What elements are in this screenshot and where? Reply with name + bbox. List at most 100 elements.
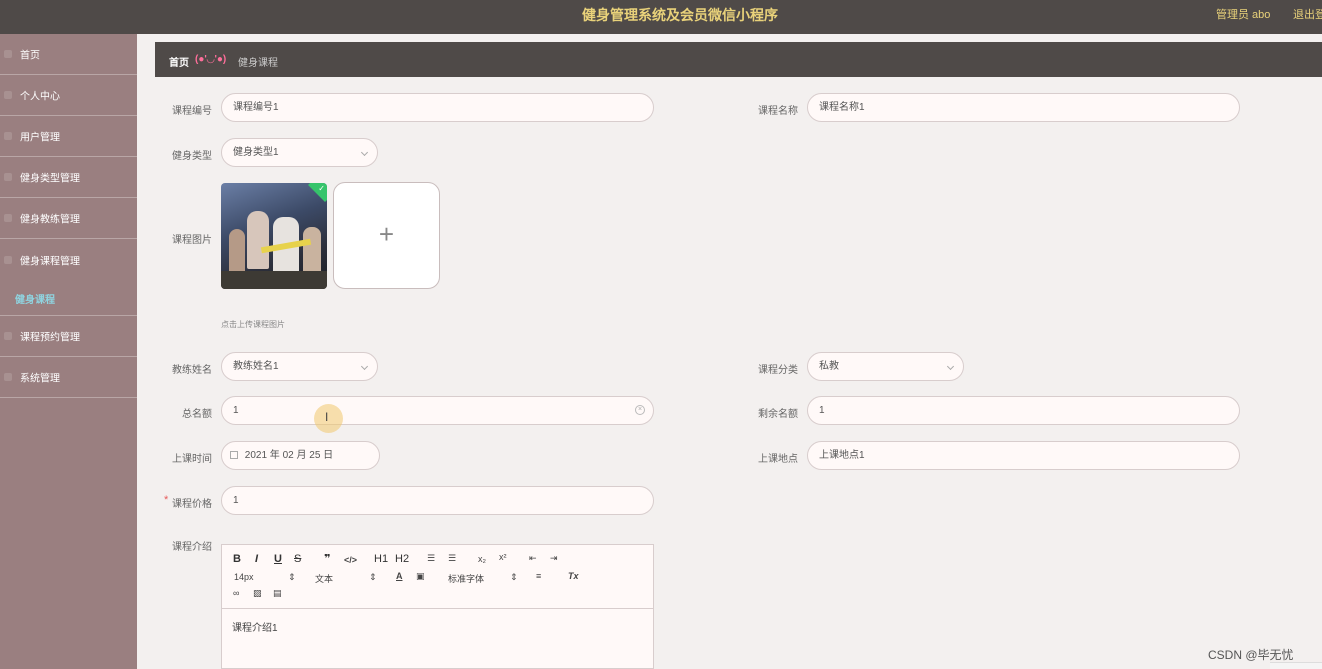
sidebar-item-label: 健身教练管理 [20, 214, 80, 226]
editor-toolbar: B I U S ❞ </> H1 H2 ☰ ☰ x₂ x² ⇤ ⇥ 14px ⇕… [222, 545, 653, 609]
sidebar-item-fitness-types[interactable]: 健身类型管理 [0, 157, 137, 198]
course-category-value: 私教 [819, 361, 839, 372]
rich-text-editor: B I U S ❞ </> H1 H2 ☰ ☰ x₂ x² ⇤ ⇥ 14px ⇕… [221, 544, 654, 669]
chevron-down-icon [360, 148, 369, 157]
bold-button[interactable]: B [233, 553, 241, 565]
sidebar-subitem-course[interactable]: 健身课程 [15, 291, 55, 306]
fitness-type-select[interactable]: 健身类型1 [221, 138, 378, 167]
breadcrumb: 首页 (●'◡'●) 健身课程 [155, 42, 1322, 77]
chevron-updown-icon: ⇕ [369, 572, 377, 582]
total-quota-input[interactable]: 1 × [221, 396, 654, 425]
remaining-quota-input[interactable]: 1 [807, 396, 1240, 425]
class-time-label: 上课时间 [172, 454, 212, 465]
sidebar-item-label: 系统管理 [20, 373, 60, 385]
coach-name-select[interactable]: 教练姓名1 [221, 352, 378, 381]
course-price-input[interactable]: 1 [221, 486, 654, 515]
cursor-highlight [314, 404, 343, 433]
chevron-updown-icon: ⇕ [510, 572, 518, 582]
sidebar-item-label: 健身类型管理 [20, 173, 80, 185]
fitness-type-value: 健身类型1 [233, 147, 279, 158]
sidebar-item-profile[interactable]: 个人中心 [0, 75, 137, 116]
upload-hint: 点击上传课程图片 [221, 320, 285, 329]
image-upload-button[interactable]: + [333, 182, 440, 289]
font-size-select[interactable]: 14px [234, 572, 254, 582]
remaining-quota-label: 剩余名额 [758, 409, 798, 420]
course-category-label: 课程分类 [758, 365, 798, 376]
ime-bar [1270, 662, 1322, 669]
image-icon[interactable]: ▨ [253, 588, 262, 599]
watermark: CSDN @毕无忧 [1208, 648, 1294, 662]
font-color-icon[interactable]: A [396, 571, 403, 581]
list-icon [4, 173, 12, 181]
text-cursor-icon: I [325, 410, 329, 424]
background-color-icon[interactable]: ▣ [416, 571, 425, 582]
class-location-input[interactable]: 上课地点1 [807, 441, 1240, 470]
sidebar-item-bookings[interactable]: 课程预约管理 [0, 316, 137, 357]
user-icon [4, 91, 12, 99]
current-user: 管理员 abo [1216, 9, 1271, 21]
course-name-label: 课程名称 [758, 106, 798, 117]
breadcrumb-current: 健身课程 [238, 58, 278, 69]
chevron-updown-icon: ⇕ [288, 572, 296, 582]
outdent-icon[interactable]: ⇤ [529, 553, 537, 564]
subscript-icon[interactable]: x₂ [478, 554, 486, 564]
code-button[interactable]: </> [344, 555, 357, 565]
class-time-picker[interactable]: 2021 年 02 月 25 日 [221, 441, 380, 470]
h1-button[interactable]: H1 [374, 553, 388, 565]
fitness-type-label: 健身类型 [172, 151, 212, 162]
course-price-label: 课程价格 [172, 499, 212, 510]
total-quota-value: 1 [233, 405, 239, 416]
sidebar-item-label: 课程预约管理 [20, 332, 80, 344]
video-icon[interactable]: ▤ [273, 588, 282, 599]
class-location-label: 上课地点 [758, 454, 798, 465]
image-floor [221, 271, 327, 289]
booking-icon [4, 332, 12, 340]
clear-format-icon[interactable]: Tx [568, 571, 579, 581]
indent-icon[interactable]: ⇥ [550, 553, 558, 564]
ordered-list-icon[interactable]: ☰ [427, 553, 435, 564]
class-time-value: 2021 年 02 月 25 日 [244, 450, 334, 461]
align-icon[interactable]: ≡ [536, 571, 541, 581]
top-bar: 健身管理系统及会员微信小程序 管理员 abo 退出登 [0, 0, 1322, 34]
coach-name-value: 教练姓名1 [233, 361, 279, 372]
calendar-icon [230, 451, 238, 459]
sidebar-item-system[interactable]: 系统管理 [0, 357, 137, 398]
course-category-select[interactable]: 私教 [807, 352, 964, 381]
editor-content[interactable]: 课程介绍1 [232, 619, 278, 634]
coach-icon [4, 214, 12, 222]
sidebar-item-users[interactable]: 用户管理 [0, 116, 137, 157]
plus-icon: + [378, 219, 395, 249]
sidebar-item-coaches[interactable]: 健身教练管理 [0, 198, 137, 239]
breadcrumb-home[interactable]: 首页 [169, 54, 189, 69]
sidebar-item-label: 个人中心 [20, 91, 60, 103]
course-no-input[interactable]: 课程编号1 [221, 93, 654, 122]
course-icon [4, 255, 12, 264]
settings-icon [4, 373, 12, 381]
users-icon [4, 132, 12, 140]
course-image-thumbnail[interactable]: ✓ [221, 183, 327, 289]
coach-name-label: 教练姓名 [172, 365, 212, 376]
chevron-down-icon [946, 362, 955, 371]
sidebar-item-label: 首页 [20, 50, 40, 62]
font-family-select[interactable]: 标准字体 [448, 572, 484, 585]
logout-link[interactable]: 退出登 [1293, 6, 1322, 22]
h2-button[interactable]: H2 [395, 553, 409, 565]
link-icon[interactable]: ∞ [233, 588, 239, 598]
clear-icon[interactable]: × [635, 405, 645, 415]
italic-button[interactable]: I [255, 553, 258, 565]
course-no-label: 课程编号 [172, 106, 212, 117]
image-figure [247, 211, 269, 269]
course-intro-label: 课程介绍 [172, 542, 212, 553]
sidebar-item-home[interactable]: 首页 [0, 34, 137, 75]
image-figure [229, 229, 245, 273]
text-style-select[interactable]: 文本 [315, 572, 333, 585]
strike-button[interactable]: S [294, 553, 301, 565]
quote-button[interactable]: ❞ [324, 552, 330, 565]
breadcrumb-separator: (●'◡'●) [195, 54, 227, 65]
sidebar-item-courses[interactable]: 健身课程管理 [0, 239, 137, 280]
superscript-icon[interactable]: x² [499, 552, 507, 562]
course-name-input[interactable]: 课程名称1 [807, 93, 1240, 122]
bullet-list-icon[interactable]: ☰ [448, 553, 456, 564]
underline-button[interactable]: U [274, 553, 282, 565]
course-image-label: 课程图片 [172, 235, 212, 246]
